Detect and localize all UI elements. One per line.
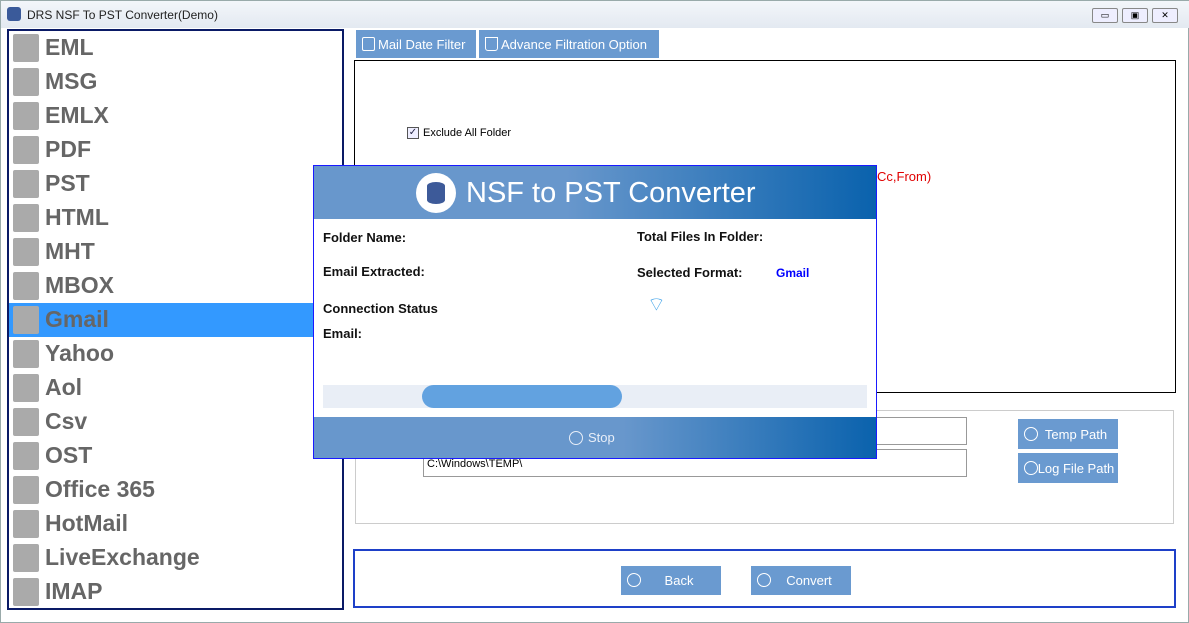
ost-file-icon	[13, 442, 39, 470]
emlx-file-icon	[13, 102, 39, 130]
sidebar-item-label: MBOX	[45, 272, 114, 298]
tab-advance-filtration[interactable]: Advance Filtration Option	[479, 30, 659, 58]
sidebar-item-label: Aol	[45, 374, 83, 400]
button-label: Stop	[588, 430, 615, 445]
wifi-icon: ⌔	[647, 294, 666, 316]
chevron-right-icon	[627, 573, 641, 587]
sidebar-item-pdf[interactable]: PDF	[9, 133, 342, 167]
aol-icon	[13, 374, 39, 402]
format-list: EML MSG EMLX PDF PST HTML MHT MBOX Gmail Yahoo Aol…	[7, 29, 344, 610]
more-icon	[1024, 461, 1038, 475]
email-label: Email:	[323, 326, 363, 341]
email-extracted-label: Email Extracted:	[323, 264, 425, 279]
database-logo-icon	[416, 173, 456, 213]
pst-file-icon	[13, 170, 39, 198]
tab-label: Mail Date Filter	[378, 37, 466, 52]
app-logo-icon	[7, 7, 21, 21]
sidebar-item-label: Csv	[45, 408, 88, 434]
selected-format-label: Selected Format:	[637, 265, 743, 280]
exclude-all-folder-checkbox[interactable]: ✓	[407, 127, 419, 139]
sidebar-item-csv[interactable]: Csv	[9, 405, 342, 439]
stop-icon	[569, 431, 583, 445]
yahoo-icon	[13, 340, 39, 368]
progress-bar	[323, 385, 867, 408]
connection-status-label: Connection Status	[323, 301, 438, 316]
hourglass-icon	[485, 37, 498, 51]
sidebar-item-msg[interactable]: MSG	[9, 65, 342, 99]
sidebar-item-label: MSG	[45, 68, 98, 94]
sidebar-item-label: MHT	[45, 238, 95, 264]
imap-icon	[13, 578, 39, 606]
sidebar-item-label: Gmail	[45, 306, 109, 332]
progress-fill	[422, 385, 622, 408]
sidebar-item-emlx[interactable]: EMLX	[9, 99, 342, 133]
exchange-icon	[13, 544, 39, 572]
sidebar-item-liveexchange[interactable]: LiveExchange	[9, 541, 342, 575]
selected-format-value: Gmail	[776, 266, 810, 280]
folder-name-label: Folder Name:	[323, 230, 407, 245]
sidebar-item-hotmail[interactable]: HotMail	[9, 507, 342, 541]
sidebar-item-label: OST	[45, 442, 93, 468]
sidebar-item-label: HotMail	[45, 510, 129, 536]
sidebar-item-office-365[interactable]: Office 365	[9, 473, 342, 507]
window-title: DRS NSF To PST Converter(Demo)	[27, 8, 218, 22]
minimize-button[interactable]: ▭	[1092, 8, 1118, 23]
csv-file-icon	[13, 408, 39, 436]
sidebar-item-imap[interactable]: IMAP	[9, 575, 342, 609]
gmail-icon	[13, 306, 39, 334]
eml-file-icon	[13, 34, 39, 62]
total-files-label: Total Files In Folder:	[637, 229, 764, 244]
log-file-path-button[interactable]: Log File Path	[1018, 453, 1118, 483]
button-label: Back	[664, 573, 694, 588]
tab-label: Advance Filtration Option	[501, 37, 647, 52]
html-file-icon	[13, 204, 39, 232]
sidebar-item-gmail[interactable]: Gmail	[9, 303, 342, 337]
sidebar-item-label: PDF	[45, 136, 91, 162]
close-button[interactable]: ✕	[1152, 8, 1178, 23]
sidebar-item-eml[interactable]: EML	[9, 31, 342, 65]
pdf-file-icon	[13, 136, 39, 164]
sidebar-item-label: HTML	[45, 204, 109, 230]
calendar-icon	[362, 37, 375, 51]
sidebar-item-ost[interactable]: OST	[9, 439, 342, 473]
dialog-header: NSF to PST Converter	[314, 166, 876, 219]
button-label: Convert	[786, 573, 832, 588]
sidebar-item-label: Office 365	[45, 476, 155, 502]
progress-dialog: NSF to PST Converter Folder Name: Total …	[313, 165, 877, 459]
sidebar-item-aol[interactable]: Aol	[9, 371, 342, 405]
office365-icon	[13, 476, 39, 504]
filter-note-text: Cc,From)	[877, 169, 932, 184]
sidebar-item-mht[interactable]: MHT	[9, 235, 342, 269]
sidebar-item-label: PST	[45, 170, 90, 196]
stop-button[interactable]: Stop	[314, 417, 876, 458]
sidebar-item-label: Yahoo	[45, 340, 115, 366]
back-button[interactable]: Back	[621, 566, 721, 595]
sidebar-item-label: IMAP	[45, 578, 103, 604]
more-icon	[1024, 427, 1038, 441]
hotmail-icon	[13, 510, 39, 538]
sidebar-item-label: LiveExchange	[45, 544, 200, 570]
sidebar-item-pst[interactable]: PST	[9, 167, 342, 201]
sidebar-item-label: EML	[45, 34, 94, 60]
dialog-title: NSF to PST Converter	[466, 177, 756, 209]
sidebar-item-html[interactable]: HTML	[9, 201, 342, 235]
button-label: Temp Path	[1044, 427, 1108, 442]
envelope-icon	[13, 68, 39, 96]
sidebar-item-mbox[interactable]: MBOX	[9, 269, 342, 303]
temp-path-button[interactable]: Temp Path	[1018, 419, 1118, 449]
refresh-icon	[757, 573, 771, 587]
title-bar: DRS NSF To PST Converter(Demo)	[1, 1, 1189, 28]
maximize-button[interactable]: ▣	[1122, 8, 1148, 23]
tab-mail-date-filter[interactable]: Mail Date Filter	[356, 30, 476, 58]
button-label: Log File Path	[1037, 461, 1115, 476]
mbox-icon	[13, 272, 39, 300]
convert-button[interactable]: Convert	[751, 566, 851, 595]
sidebar-item-yahoo[interactable]: Yahoo	[9, 337, 342, 371]
mht-file-icon	[13, 238, 39, 266]
sidebar-item-label: EMLX	[45, 102, 109, 128]
exclude-all-folder-label: Exclude All Folder	[423, 127, 512, 139]
